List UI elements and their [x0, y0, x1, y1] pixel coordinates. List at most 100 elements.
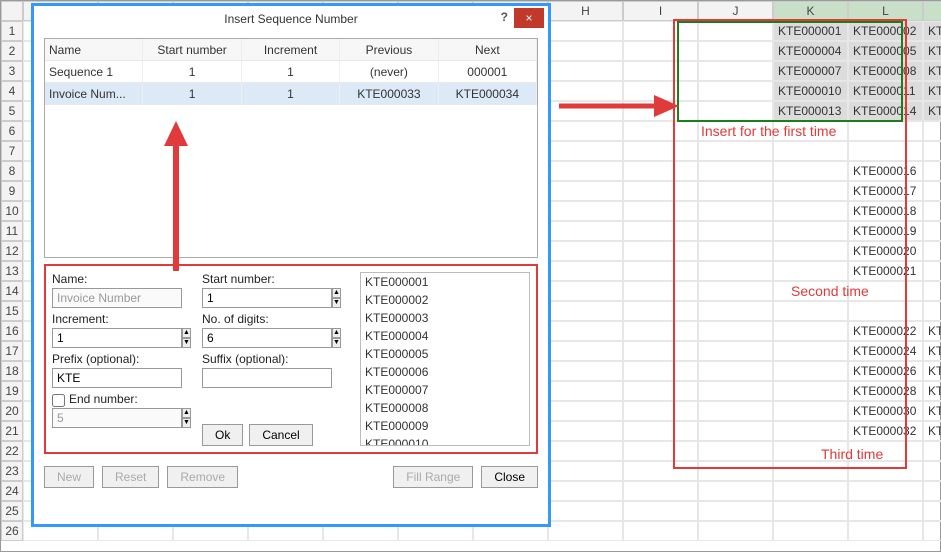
- cell[interactable]: KTE000030: [848, 401, 923, 421]
- cell[interactable]: [548, 81, 623, 101]
- column-header[interactable]: I: [623, 1, 698, 21]
- row-header[interactable]: 23: [1, 461, 23, 481]
- cell[interactable]: KTE000017: [848, 181, 923, 201]
- cell[interactable]: [698, 421, 773, 441]
- cell[interactable]: [698, 261, 773, 281]
- cell[interactable]: KTE000028: [848, 381, 923, 401]
- cell[interactable]: KTE000013: [773, 101, 848, 121]
- end-input[interactable]: [52, 408, 182, 428]
- cell[interactable]: KTE000011: [848, 81, 923, 101]
- cell[interactable]: [623, 341, 698, 361]
- cell[interactable]: [623, 521, 698, 541]
- cell[interactable]: [548, 321, 623, 341]
- cell[interactable]: [773, 401, 848, 421]
- cell[interactable]: [698, 321, 773, 341]
- cell[interactable]: [848, 141, 923, 161]
- cell[interactable]: [623, 41, 698, 61]
- row-header[interactable]: 10: [1, 201, 23, 221]
- cell[interactable]: KTE000002: [848, 21, 923, 41]
- spin-up[interactable]: ▲: [332, 288, 341, 298]
- cell[interactable]: [848, 501, 923, 521]
- col-start[interactable]: Start number: [143, 39, 241, 60]
- col-inc[interactable]: Increment: [242, 39, 340, 60]
- cell[interactable]: [773, 521, 848, 541]
- row-header[interactable]: 17: [1, 341, 23, 361]
- cell[interactable]: [548, 121, 623, 141]
- cell[interactable]: [773, 481, 848, 501]
- cell[interactable]: [623, 61, 698, 81]
- cell[interactable]: [923, 301, 941, 321]
- cell[interactable]: [773, 141, 848, 161]
- cell[interactable]: [548, 141, 623, 161]
- cell[interactable]: KTE000023: [923, 321, 941, 341]
- name-input[interactable]: [52, 288, 182, 308]
- cell[interactable]: [548, 61, 623, 81]
- close-dialog-button[interactable]: Close: [481, 466, 538, 488]
- cell[interactable]: [848, 301, 923, 321]
- cell[interactable]: [773, 241, 848, 261]
- row-header[interactable]: 13: [1, 261, 23, 281]
- cell[interactable]: [848, 121, 923, 141]
- cell[interactable]: [698, 21, 773, 41]
- cell[interactable]: KTE000014: [848, 101, 923, 121]
- cell[interactable]: [698, 101, 773, 121]
- cell[interactable]: [548, 461, 623, 481]
- cell[interactable]: [548, 421, 623, 441]
- row-header[interactable]: 3: [1, 61, 23, 81]
- cell[interactable]: [548, 201, 623, 221]
- cell[interactable]: KTE000018: [848, 201, 923, 221]
- cell[interactable]: [698, 241, 773, 261]
- cell[interactable]: [848, 461, 923, 481]
- cell[interactable]: [623, 161, 698, 181]
- cell[interactable]: [698, 441, 773, 461]
- cell[interactable]: [773, 461, 848, 481]
- start-input[interactable]: [202, 288, 332, 308]
- cell[interactable]: [698, 61, 773, 81]
- cell[interactable]: [773, 281, 848, 301]
- cell[interactable]: [548, 261, 623, 281]
- column-header[interactable]: [1, 1, 23, 21]
- cell[interactable]: [773, 161, 848, 181]
- cell[interactable]: [698, 301, 773, 321]
- cell[interactable]: [848, 441, 923, 461]
- cell[interactable]: [548, 221, 623, 241]
- cell[interactable]: [548, 441, 623, 461]
- cell[interactable]: [623, 461, 698, 481]
- cell[interactable]: KTE000022: [848, 321, 923, 341]
- cell[interactable]: [548, 341, 623, 361]
- cell[interactable]: [773, 421, 848, 441]
- cell[interactable]: [698, 141, 773, 161]
- cell[interactable]: [773, 441, 848, 461]
- cell[interactable]: [698, 481, 773, 501]
- row-header[interactable]: 26: [1, 521, 23, 541]
- cell[interactable]: [548, 481, 623, 501]
- cell[interactable]: [698, 341, 773, 361]
- cell[interactable]: [623, 181, 698, 201]
- cell[interactable]: KTE000012: [923, 81, 941, 101]
- cell[interactable]: [848, 521, 923, 541]
- cell[interactable]: KTE000027: [923, 361, 941, 381]
- cell[interactable]: [923, 501, 941, 521]
- increment-input[interactable]: [52, 328, 182, 348]
- cell[interactable]: [773, 501, 848, 521]
- cell[interactable]: [773, 181, 848, 201]
- cell[interactable]: [923, 261, 941, 281]
- row-header[interactable]: 8: [1, 161, 23, 181]
- column-header[interactable]: H: [548, 1, 623, 21]
- cell[interactable]: [698, 121, 773, 141]
- close-button[interactable]: ×: [514, 8, 544, 28]
- col-prev[interactable]: Previous: [340, 39, 438, 60]
- cell[interactable]: [623, 221, 698, 241]
- row-header[interactable]: 7: [1, 141, 23, 161]
- cell[interactable]: [698, 201, 773, 221]
- reset-button[interactable]: Reset: [102, 466, 159, 488]
- cell[interactable]: [773, 341, 848, 361]
- row-header[interactable]: 14: [1, 281, 23, 301]
- cell[interactable]: KTE000006: [923, 41, 941, 61]
- help-button[interactable]: ?: [501, 10, 508, 24]
- row-header[interactable]: 22: [1, 441, 23, 461]
- spin-up[interactable]: ▲: [182, 328, 191, 338]
- cell[interactable]: KTE000020: [848, 241, 923, 261]
- cell[interactable]: [698, 161, 773, 181]
- digits-input[interactable]: [202, 328, 332, 348]
